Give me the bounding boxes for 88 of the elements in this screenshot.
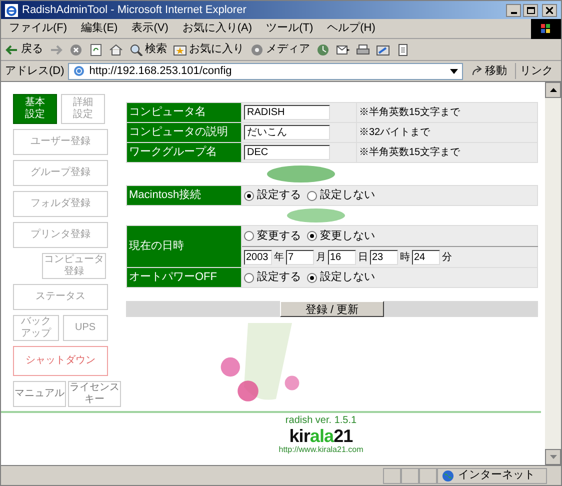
menu-item[interactable]: 編集(E): [81, 20, 118, 37]
back-button[interactable]: 戻る: [5, 40, 43, 60]
back-arrow-icon: [5, 44, 19, 56]
date-input[interactable]: 7: [286, 250, 314, 264]
menu-item[interactable]: お気に入り(A): [182, 20, 252, 37]
nav-button[interactable]: マニュアル: [13, 381, 66, 407]
date-input[interactable]: 24: [412, 250, 440, 264]
field-label: オートパワーOFF: [126, 268, 242, 288]
printer-icon: [356, 44, 370, 56]
version-text: radish ver. 1.5.1: [285, 415, 357, 427]
unit-label: 時: [400, 250, 410, 264]
windows-logo-icon: [541, 24, 551, 34]
nav-button[interactable]: 基本設定: [13, 94, 57, 124]
radio-option[interactable]: 設定する: [244, 187, 301, 204]
text-input[interactable]: RADISH: [244, 105, 330, 120]
note-text: ※半角英数15文字まで: [356, 142, 538, 162]
radio-option[interactable]: 変更する: [244, 228, 301, 244]
menu-item[interactable]: 表示(V): [132, 20, 168, 37]
field-label: ワークグループ名: [126, 142, 242, 162]
field-label: Macintosh接続: [126, 186, 242, 206]
mail-icon: [336, 44, 350, 56]
unit-label: 月: [316, 250, 326, 264]
folder-star-icon: [173, 44, 187, 56]
radio-button[interactable]: [307, 190, 317, 200]
radio-option[interactable]: 設定しない: [307, 269, 375, 286]
unit-label: 年: [274, 250, 284, 264]
text-input[interactable]: DEC: [244, 145, 330, 160]
maximize-icon: [526, 6, 534, 14]
date-input[interactable]: 16: [328, 250, 356, 264]
security-zone-label: インターネット: [458, 468, 535, 484]
media-icon: [250, 44, 264, 56]
stop-icon: [69, 44, 83, 56]
globe-icon: [442, 470, 454, 482]
document-icon: [396, 44, 410, 56]
refresh-icon: [89, 44, 103, 56]
company-logo: kirala21: [289, 427, 353, 445]
media-button[interactable]: メディア: [250, 40, 310, 60]
menu-item[interactable]: ファイル(F): [9, 20, 68, 37]
page-icon: [73, 65, 86, 77]
address-label: アドレス(D): [5, 64, 64, 79]
radio-button[interactable]: [244, 190, 254, 200]
radio-button[interactable]: [307, 231, 317, 241]
status-panel: [383, 468, 401, 484]
note-text: ※32バイトまで: [356, 122, 538, 142]
window-title: RadishAdminTool - Microsoft Internet Explorer: [22, 2, 248, 18]
search-button[interactable]: 検索: [129, 40, 167, 60]
radio-button[interactable]: [307, 272, 317, 282]
status-panel: [401, 468, 419, 484]
radio-option[interactable]: 変更しない: [307, 228, 375, 244]
note-text: ※半角英数15文字まで: [356, 102, 538, 122]
scroll-up-icon: [550, 88, 556, 92]
minimize-icon: [510, 12, 516, 14]
radio-option[interactable]: 設定しない: [307, 187, 375, 204]
links-button[interactable]: リンク: [515, 62, 557, 80]
text-input[interactable]: だいこん: [244, 125, 330, 140]
nav-button[interactable]: ライセンスキー: [68, 381, 121, 407]
address-field[interactable]: http://192.168.253.101/config: [68, 62, 463, 80]
maximize-button[interactable]: [523, 4, 538, 16]
home-icon: [109, 44, 123, 56]
close-button[interactable]: [542, 4, 557, 16]
close-icon: [546, 6, 553, 14]
date-input[interactable]: 2003: [244, 250, 272, 264]
dropdown-arrow-icon: [450, 68, 458, 74]
scrollbar[interactable]: [545, 82, 561, 465]
edit-icon: [376, 44, 390, 56]
radio-button[interactable]: [244, 231, 254, 241]
radio-option[interactable]: 設定する: [244, 269, 301, 286]
field-label: コンピュータの説明: [126, 122, 242, 142]
radio-button[interactable]: [244, 272, 254, 282]
go-arrow-icon: [471, 66, 483, 76]
date-input[interactable]: 23: [370, 250, 398, 264]
field-label: コンピュータ名: [126, 102, 242, 122]
minimize-button[interactable]: [506, 4, 521, 16]
unit-label: 分: [442, 250, 452, 264]
browser-icon: [5, 4, 18, 16]
favorites-button[interactable]: お気に入り: [173, 40, 244, 60]
search-icon: [129, 44, 143, 56]
go-button[interactable]: 移動: [467, 62, 511, 80]
website-url: http://www.kirala21.com: [278, 445, 364, 455]
menu-item[interactable]: ツール(T): [266, 20, 314, 37]
scroll-down-icon: [550, 455, 556, 459]
nav-button[interactable]: シャットダウン: [13, 346, 108, 376]
menu-item[interactable]: ヘルプ(H): [327, 20, 376, 37]
field-label: 現在の日時: [126, 226, 242, 268]
unit-label: 日: [358, 250, 368, 264]
history-icon: [316, 44, 330, 56]
submit-button[interactable]: 登録 / 更新: [280, 301, 384, 317]
forward-arrow-icon: [49, 44, 63, 56]
